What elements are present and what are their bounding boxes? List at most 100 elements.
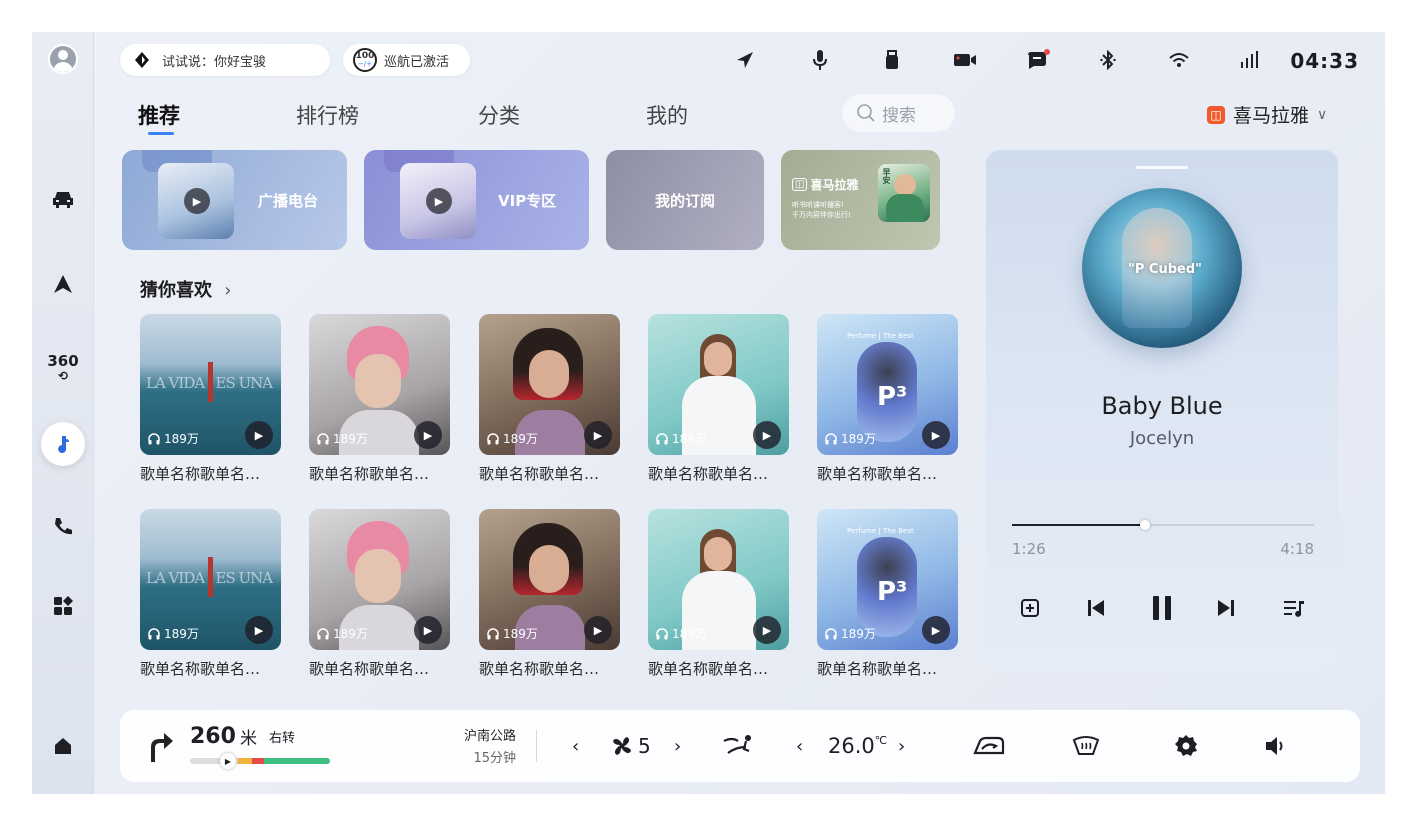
play-icon[interactable]: ▶ xyxy=(922,421,950,449)
play-icon[interactable]: ▶ xyxy=(922,616,950,644)
fan-level: 5 xyxy=(638,734,651,758)
category-vip[interactable]: ▶ VIP专区 xyxy=(364,150,589,250)
cruise-status[interactable]: 100 −/+ 巡航已激活 xyxy=(343,44,470,76)
listen-count-value: 189万 xyxy=(164,627,199,641)
bluetooth-icon xyxy=(1096,48,1120,72)
play-icon[interactable]: ▶ xyxy=(245,616,273,644)
play-icon[interactable]: ▶ xyxy=(414,421,442,449)
fan-icon xyxy=(613,737,631,755)
playlist-cover: 189万 ▶ xyxy=(648,509,789,650)
cruise-speed-adjust: −/+ xyxy=(357,60,373,68)
category-subscriptions[interactable]: 我的订阅 xyxy=(606,150,764,250)
avatar[interactable] xyxy=(48,44,78,74)
playlist-cover: 189万 ▶ xyxy=(479,509,620,650)
listen-count: 189万 xyxy=(656,625,707,642)
nav-eta: 15分钟 xyxy=(473,751,516,766)
cellular-signal-icon xyxy=(1237,48,1261,72)
playlist-card[interactable]: 189万 ▶ 歌单名称歌单名… xyxy=(309,509,450,679)
ximalaya-promo-banner[interactable]: ◫ 喜马拉雅 听书听课听播客! 千万内容伴你出行! 早安 xyxy=(781,150,940,250)
drag-handle[interactable] xyxy=(1136,166,1188,169)
playlist-card[interactable]: LA VIDA ES UNA 189万 ▶ 歌单名称歌单名… xyxy=(140,509,281,679)
promo-badge: 早安 xyxy=(882,168,891,184)
playlist-card[interactable]: 189万 ▶ 歌单名称歌单名… xyxy=(479,509,620,679)
promo-line-1: 听书听课听播客! xyxy=(792,201,844,209)
location-arrow-icon xyxy=(733,48,757,72)
voice-assistant-hint[interactable]: 试试说：你好宝骏 xyxy=(120,44,330,76)
music-icon[interactable] xyxy=(41,422,85,466)
listen-count: 189万 xyxy=(148,430,199,447)
section-title-guess-you-like[interactable]: 猜你喜欢 › xyxy=(140,276,231,302)
song-artist: Jocelyn xyxy=(1129,428,1195,449)
home-icon[interactable] xyxy=(41,724,85,768)
play-icon[interactable]: ▶ xyxy=(753,421,781,449)
voice-hint-text: 试试说：你好宝骏 xyxy=(162,54,267,70)
playlist-card[interactable]: Perfume | The Best P³ 189万 ▶ 歌单名称歌单名… xyxy=(817,314,958,484)
volume-icon[interactable] xyxy=(1264,710,1288,782)
air-recirculation-icon[interactable] xyxy=(972,710,1006,782)
listen-count: 189万 xyxy=(656,430,707,447)
playlist-card[interactable]: LA VIDA ES UNA 189万 ▶ 歌单名称歌单名… xyxy=(140,314,281,484)
current-time: 1:26 xyxy=(1012,540,1046,558)
dashcam-icon xyxy=(951,48,979,72)
playlist-queue-icon[interactable] xyxy=(1276,590,1312,626)
playlist-card[interactable]: 189万 ▶ 歌单名称歌单名… xyxy=(648,509,789,679)
playlist-cover: LA VIDA ES UNA 189万 ▶ xyxy=(140,509,281,650)
progress-slider[interactable] xyxy=(1012,520,1314,530)
tab-recommend[interactable]: 推荐 xyxy=(138,100,180,130)
listen-count: 189万 xyxy=(487,430,538,447)
play-icon[interactable]: ▶ xyxy=(584,616,612,644)
art-text-right: ES UNA xyxy=(215,374,274,392)
divider xyxy=(536,730,537,762)
airflow-mode-icon[interactable] xyxy=(722,710,754,782)
next-track-icon[interactable] xyxy=(1208,590,1244,626)
provider-selector[interactable]: ◫ 喜马拉雅 ∨ xyxy=(1207,101,1327,128)
vehicle-position-icon: ▶ xyxy=(220,753,236,769)
playlist-card[interactable]: 189万 ▶ 歌单名称歌单名… xyxy=(648,314,789,484)
camera-360-icon[interactable]: 360 ⟲ xyxy=(41,346,85,390)
navigation-icon[interactable] xyxy=(41,262,85,306)
fan-decrease-button[interactable]: ‹ xyxy=(572,710,579,782)
apps-grid-icon[interactable] xyxy=(41,584,85,628)
playlist-cover: 189万 ▶ xyxy=(309,314,450,455)
bottom-control-bar: 260 米 右转 ▶ 沪南公路 15分钟 ‹ 5 › ‹ 26.0 ℃ › xyxy=(120,710,1360,782)
listen-count-value: 189万 xyxy=(333,627,368,641)
previous-track-icon[interactable] xyxy=(1078,590,1114,626)
playlist-name: 歌单名称歌单名… xyxy=(648,660,769,678)
settings-gear-icon[interactable] xyxy=(1174,710,1198,782)
headphones-icon xyxy=(825,627,837,639)
microphone-icon[interactable] xyxy=(808,48,832,72)
listen-count-value: 189万 xyxy=(503,432,538,446)
fan-increase-button[interactable]: › xyxy=(674,710,681,782)
playlist-card[interactable]: 189万 ▶ 歌单名称歌单名… xyxy=(479,314,620,484)
category-label: 我的订阅 xyxy=(654,191,715,210)
car-icon[interactable] xyxy=(41,177,85,221)
playlist-name: 歌单名称歌单名… xyxy=(479,465,600,483)
search-input[interactable]: 搜索 xyxy=(842,94,955,132)
playlist-name: 歌单名称歌单名… xyxy=(648,465,769,483)
phone-icon[interactable] xyxy=(41,504,85,548)
cruise-speed-icon: 100 −/+ xyxy=(353,48,377,72)
progress-knob[interactable] xyxy=(1139,520,1150,530)
temp-decrease-button[interactable]: ‹ xyxy=(796,710,803,782)
play-icon[interactable]: ▶ xyxy=(584,421,612,449)
play-icon[interactable]: ▶ xyxy=(414,616,442,644)
add-to-playlist-icon[interactable] xyxy=(1012,590,1048,626)
play-icon[interactable]: ▶ xyxy=(245,421,273,449)
windshield-defrost-icon[interactable] xyxy=(1072,710,1100,782)
tab-categories[interactable]: 分类 xyxy=(478,100,520,130)
playlist-card[interactable]: 189万 ▶ 歌单名称歌单名… xyxy=(309,314,450,484)
tab-rankings[interactable]: 排行榜 xyxy=(296,100,359,130)
playlist-cover: 189万 ▶ xyxy=(309,509,450,650)
headphones-icon xyxy=(487,627,499,639)
play-icon[interactable]: ▶ xyxy=(753,616,781,644)
nav-distance: 260 xyxy=(190,723,236,749)
listen-count-value: 189万 xyxy=(841,627,876,641)
tab-mine[interactable]: 我的 xyxy=(646,100,688,130)
temp-increase-button[interactable]: › xyxy=(898,710,905,782)
message-notification-icon[interactable] xyxy=(1024,48,1052,72)
category-radio[interactable]: ▶ 广播电台 xyxy=(122,150,347,250)
road-name: 沪南公路 xyxy=(463,729,516,744)
listen-count-value: 189万 xyxy=(164,432,199,446)
playlist-card[interactable]: Perfume | The Best P³ 189万 ▶ 歌单名称歌单名… xyxy=(817,509,958,679)
pause-icon[interactable] xyxy=(1144,590,1180,626)
